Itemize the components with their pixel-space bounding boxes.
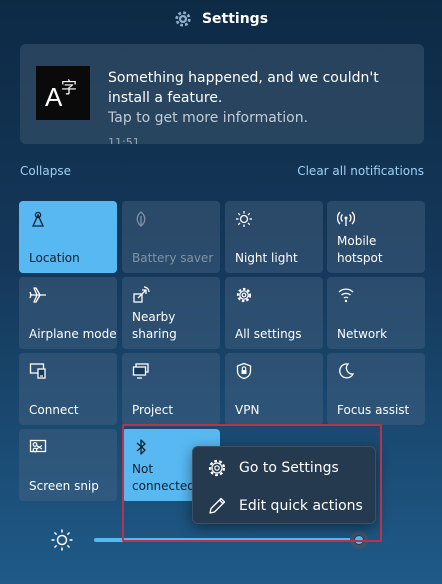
notification-time: 11:51 (108, 136, 140, 144)
tile-label: Screen snip (29, 479, 99, 493)
notification-message: Something happened, and we couldn't inst… (108, 70, 379, 106)
brightness-control (50, 528, 380, 552)
night-light-icon (236, 211, 252, 227)
tile-vpn[interactable]: VPN (225, 353, 323, 425)
tile-screen-snip[interactable]: Screen snip (19, 429, 117, 501)
tile-label: Battery saver (132, 251, 214, 265)
language-icon: A 字 (36, 66, 90, 120)
network-icon (338, 288, 354, 303)
tile-focus-assist[interactable]: Focus assist (327, 353, 425, 425)
tile-label: Mobile hotspot (337, 234, 383, 265)
gear-icon (208, 459, 226, 477)
connect-icon (29, 363, 46, 379)
airplane-icon (29, 287, 46, 303)
tile-label: Network (337, 327, 388, 341)
tile-project[interactable]: Project (122, 353, 220, 425)
tile-label: All settings (235, 327, 302, 341)
gear-icon (175, 11, 191, 27)
battery-saver-icon (136, 211, 146, 227)
tile-label: Connect (29, 403, 79, 417)
tile-connect[interactable]: Connect (19, 353, 117, 425)
vpn-shield-icon (236, 362, 252, 380)
tile-mobile-hotspot[interactable]: Mobile hotspot (327, 201, 425, 273)
notification-subtext: Tap to get more information. (108, 110, 309, 126)
tile-label: Project (132, 403, 174, 417)
menu-item-label: Go to Settings (239, 460, 339, 476)
tile-label: Focus assist (337, 403, 410, 417)
notification-card[interactable]: A 字 Something happened, and we couldn't … (20, 44, 424, 144)
header-title: Settings (201, 11, 269, 27)
moon-icon (339, 363, 355, 379)
svg-text:字: 字 (61, 78, 77, 97)
tile-label: Nearby sharing (132, 310, 177, 341)
tile-all-settings[interactable]: All settings (225, 277, 323, 349)
brightness-icon (51, 529, 73, 551)
tile-label: Airplane mode (29, 327, 117, 341)
notification-links: Collapse Clear all notifications (20, 164, 424, 182)
tile-label: Location (29, 251, 80, 265)
tile-battery-saver[interactable]: Battery saver (122, 201, 220, 273)
clear-all-notifications-link[interactable]: Clear all notifications (297, 164, 424, 178)
menu-item-label: Edit quick actions (239, 498, 363, 514)
tile-label: VPN (235, 403, 260, 417)
project-icon (132, 363, 149, 379)
tile-nearby-sharing[interactable]: Nearby sharing (122, 277, 220, 349)
quick-action-context-menu: Go to Settings Edit quick actions (192, 446, 376, 524)
tile-label: Not connected (132, 462, 195, 493)
collapse-link[interactable]: Collapse (20, 164, 71, 178)
screen-snip-icon (29, 439, 47, 453)
tile-label: Night light (235, 251, 298, 265)
gear-icon (236, 287, 252, 303)
tile-night-light[interactable]: Night light (225, 201, 323, 273)
tile-location[interactable]: Location (19, 201, 117, 273)
brightness-slider-thumb[interactable] (350, 531, 368, 549)
pencil-icon (209, 497, 226, 514)
tile-airplane-mode[interactable]: Airplane mode (19, 277, 117, 349)
brightness-slider-track[interactable] (94, 538, 364, 542)
menu-item-go-to-settings[interactable]: Go to Settings (193, 449, 377, 487)
menu-item-edit-quick-actions[interactable]: Edit quick actions (193, 487, 377, 525)
location-icon (31, 211, 45, 227)
tile-network[interactable]: Network (327, 277, 425, 349)
hotspot-icon (337, 211, 355, 226)
bluetooth-icon (136, 439, 146, 455)
action-center-header: Settings (0, 0, 442, 38)
nearby-sharing-icon (133, 286, 150, 303)
